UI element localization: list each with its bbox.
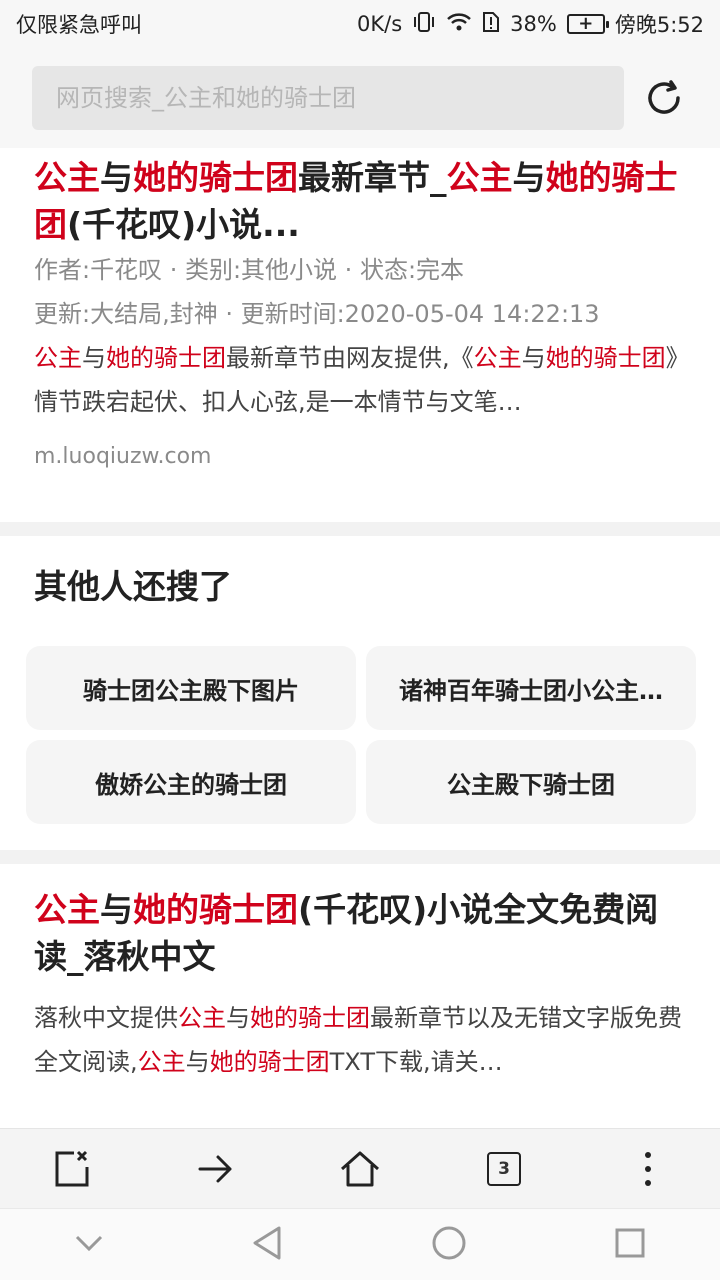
nav-down-button[interactable] bbox=[74, 1233, 104, 1257]
browser-toolbar: 3 bbox=[0, 1128, 720, 1208]
carrier-text: 仅限紧急呼叫 bbox=[16, 13, 142, 37]
tabs-button[interactable]: 3 bbox=[474, 1139, 534, 1199]
home-button[interactable] bbox=[330, 1139, 390, 1199]
result-snippet: 公主与她的骑士团最新章节由网友提供,《公主与她的骑士团》情节跌宕起伏、扣人心弦,… bbox=[34, 344, 678, 416]
home-circle-icon bbox=[432, 1226, 466, 1259]
related-chip[interactable]: 公主殿下骑士团 bbox=[366, 740, 696, 824]
result-meta: 更新:大结局,封神 · 更新时间:2020-05-04 14:22:13 bbox=[34, 300, 600, 328]
related-chip[interactable]: 骑士团公主殿下图片 bbox=[26, 646, 356, 730]
search-header bbox=[0, 48, 720, 148]
tab-count: 3 bbox=[487, 1151, 521, 1186]
system-nav-bar bbox=[0, 1208, 720, 1280]
result-title[interactable]: 公主与她的骑士团最新章节_公主与她的骑士团(千花叹)小说... bbox=[34, 154, 686, 248]
battery-percent: 38% bbox=[510, 12, 557, 36]
search-input[interactable] bbox=[32, 66, 624, 130]
clock: 傍晚5:52 bbox=[614, 13, 704, 37]
forward-button[interactable] bbox=[186, 1139, 246, 1199]
vibrate-icon bbox=[412, 11, 436, 38]
network-speed: 0K/s bbox=[356, 12, 403, 36]
related-searches: 其他人还搜了 骑士团公主殿下图片 诸神百年骑士团小公主… 傲娇公主的骑士团 公主… bbox=[0, 536, 720, 850]
nav-back-button[interactable] bbox=[251, 1225, 283, 1265]
back-triangle-icon bbox=[253, 1226, 281, 1259]
result-meta: 作者:千花叹 · 类别:其他小说 · 状态:完本 bbox=[34, 256, 465, 284]
wifi-icon bbox=[446, 11, 472, 38]
nav-recents-button[interactable] bbox=[614, 1227, 646, 1263]
menu-button[interactable] bbox=[618, 1139, 678, 1199]
result-url: m.luoqiuzw.com bbox=[34, 444, 212, 469]
browser-screen: 仅限紧急呼叫 0K/s 38% + 傍晚5:52 公主与她的骑士团最 bbox=[0, 0, 720, 1280]
result-card[interactable]: 公主与她的骑士团最新章节_公主与她的骑士团(千花叹)小说... 作者:千花叹 ·… bbox=[0, 148, 720, 522]
status-bar: 仅限紧急呼叫 0K/s 38% + 傍晚5:52 bbox=[0, 0, 720, 48]
refresh-icon[interactable] bbox=[644, 78, 684, 118]
related-chip[interactable]: 傲娇公主的骑士团 bbox=[26, 740, 356, 824]
sim-alert-icon bbox=[482, 11, 500, 38]
result-title[interactable]: 公主与她的骑士团(千花叹)小说全文免费阅读_落秋中文 bbox=[34, 886, 686, 980]
close-page-button[interactable] bbox=[42, 1139, 102, 1199]
related-chip[interactable]: 诸神百年骑士团小公主… bbox=[366, 646, 696, 730]
battery-charging-icon: + bbox=[566, 13, 609, 34]
home-icon bbox=[341, 1151, 379, 1186]
result-snippet: 落秋中文提供公主与她的骑士团最新章节以及无错文字版免费全文阅读,公主与她的骑士团… bbox=[34, 1004, 682, 1076]
more-vertical-icon bbox=[645, 1151, 651, 1186]
related-title: 其他人还搜了 bbox=[34, 567, 232, 606]
result-card[interactable]: 公主与她的骑士团(千花叹)小说全文免费阅读_落秋中文 落秋中文提供公主与她的骑士… bbox=[0, 864, 720, 1128]
close-page-icon bbox=[55, 1150, 89, 1186]
recents-square-icon bbox=[615, 1228, 645, 1257]
arrow-right-icon bbox=[198, 1155, 232, 1182]
chevron-down-icon bbox=[75, 1235, 102, 1251]
results-list: 公主与她的骑士团最新章节_公主与她的骑士团(千花叹)小说... 作者:千花叹 ·… bbox=[0, 148, 720, 1128]
nav-home-button[interactable] bbox=[431, 1225, 467, 1265]
